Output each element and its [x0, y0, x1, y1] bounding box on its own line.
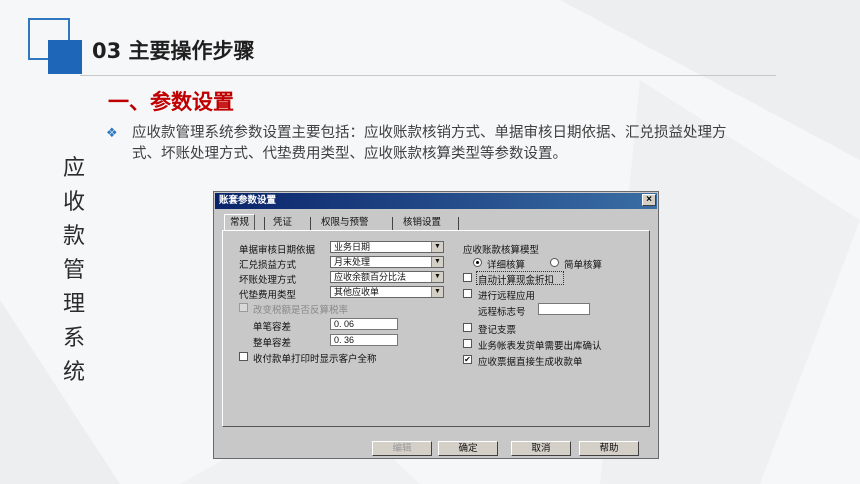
auto-discount-checkbox[interactable]	[463, 273, 472, 282]
tab-writeoff-settings[interactable]: 核销设置	[398, 215, 446, 231]
single-tolerance-input[interactable]: 0. 06	[330, 318, 398, 330]
side-title-char: 管	[62, 258, 85, 283]
generate-receipt-label: 应收票据直接生成收款单	[478, 357, 583, 368]
print-fullname-checkbox[interactable]	[239, 352, 248, 361]
tab-general[interactable]: 常规	[224, 214, 256, 231]
single-tolerance-label: 单笔容差	[253, 322, 292, 333]
total-tolerance-input[interactable]: 0. 36	[330, 334, 398, 346]
tab-separator	[264, 217, 265, 230]
register-check-checkbox[interactable]	[463, 323, 472, 332]
fx-value: 月末处理	[334, 257, 371, 267]
remote-code-input[interactable]	[538, 303, 590, 315]
auto-discount-label: 自动计算现金折扣	[478, 275, 555, 286]
audit-date-value: 业务日期	[334, 242, 371, 252]
chevron-down-icon[interactable]: ▼	[431, 242, 443, 252]
audit-date-label: 单据审核日期依据	[239, 245, 316, 256]
side-title-char: 统	[62, 360, 85, 385]
side-title-char: 系	[62, 326, 85, 351]
dialog-title: 账套参数设置	[219, 195, 277, 206]
side-title-char: 收	[62, 190, 85, 215]
audit-date-select[interactable]: 业务日期 ▼	[330, 241, 444, 253]
ok-button[interactable]: 确定	[438, 441, 498, 456]
baddebt-value: 应收余额百分比法	[334, 272, 407, 282]
register-check-label: 登记支票	[478, 325, 517, 336]
detail-radio[interactable]	[473, 258, 482, 267]
model-label: 应收账款核算模型	[463, 245, 540, 256]
settings-dialog: 账套参数设置 × 常规 凭证 权限与预警 核销设置 单据审核日期依据 业务日期 …	[213, 191, 659, 459]
section-title: 一、参数设置	[108, 90, 234, 114]
print-fullname-label: 收付款单打印时显示客户全称	[253, 354, 377, 365]
title-decoration-filled	[48, 40, 82, 74]
side-title-char: 应	[62, 156, 85, 181]
title-divider	[80, 75, 776, 76]
close-icon[interactable]: ×	[642, 194, 656, 206]
tax-recalc-label: 改变税额是否反算税率	[253, 305, 349, 316]
edit-button[interactable]: 编辑	[372, 441, 432, 456]
advance-fee-value: 其他应收单	[334, 287, 380, 297]
side-title: 应 收 款 管 理 系 统	[60, 152, 88, 390]
chevron-down-icon[interactable]: ▼	[431, 272, 443, 282]
bullet-icon: ❖	[106, 126, 118, 141]
baddebt-select[interactable]: 应收余额百分比法 ▼	[330, 271, 444, 283]
dialog-titlebar: 账套参数设置	[215, 193, 657, 209]
advance-fee-label: 代垫费用类型	[239, 290, 297, 301]
total-tolerance-label: 整单容差	[253, 338, 292, 349]
chevron-down-icon[interactable]: ▼	[431, 287, 443, 297]
tax-recalc-checkbox[interactable]	[239, 303, 248, 312]
tab-separator	[458, 217, 459, 230]
remote-app-checkbox[interactable]	[463, 289, 472, 298]
tab-separator	[310, 217, 311, 230]
generate-receipt-checkbox[interactable]: ✔	[463, 355, 472, 364]
delivery-confirm-checkbox[interactable]	[463, 339, 472, 348]
tab-voucher[interactable]: 凭证	[268, 215, 297, 231]
baddebt-label: 坏账处理方式	[239, 275, 297, 286]
fx-label: 汇兑损益方式	[239, 260, 297, 271]
cancel-button[interactable]: 取消	[511, 441, 571, 456]
tab-panel-general: 单据审核日期依据 业务日期 ▼ 汇兑损益方式 月末处理 ▼ 坏账处理方式 应收余…	[222, 230, 650, 427]
bullet-text: 应收款管理系统参数设置主要包括：应收账款核销方式、单据审核日期依据、汇兑损益处理…	[132, 125, 727, 162]
side-title-char: 款	[62, 224, 85, 249]
help-button[interactable]: 帮助	[579, 441, 639, 456]
remote-code-label: 远程标志号	[478, 307, 526, 318]
chevron-down-icon[interactable]: ▼	[431, 257, 443, 267]
simple-label: 简单核算	[564, 260, 603, 271]
tab-permission-warning[interactable]: 权限与预警	[316, 215, 374, 231]
delivery-confirm-label: 业务帐表发货单需要出库确认	[478, 341, 602, 352]
side-title-char: 理	[62, 292, 85, 317]
fx-select[interactable]: 月末处理 ▼	[330, 256, 444, 268]
remote-app-label: 进行远程应用	[478, 291, 536, 302]
advance-fee-select[interactable]: 其他应收单 ▼	[330, 286, 444, 298]
simple-radio[interactable]	[550, 258, 559, 267]
detail-label: 详细核算	[487, 260, 526, 271]
bullet-item: ❖ 应收款管理系统参数设置主要包括：应收账款核销方式、单据审核日期依据、汇兑损益…	[106, 123, 746, 165]
slide-title: 03 主要操作步骤	[92, 39, 255, 63]
tab-separator	[392, 217, 393, 230]
